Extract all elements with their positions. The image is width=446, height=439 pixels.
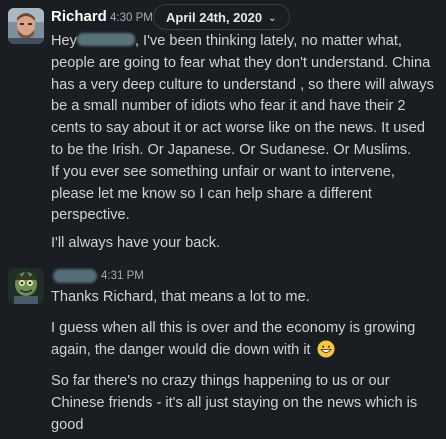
redacted-name [76, 33, 135, 46]
user-photo-avatar-icon [8, 8, 44, 44]
chevron-down-icon: ⌄ [268, 13, 277, 24]
author-name[interactable]: Richard [51, 8, 107, 25]
redacted-author-name [53, 269, 97, 283]
message-line: people are going to fear what they don't… [51, 54, 431, 71]
message-line: Chinese friends - it's all just staying … [51, 394, 418, 411]
message-paragraph: I'll always have your back. [51, 233, 441, 255]
message-paragraph: So far there's no crazy things happening… [51, 371, 441, 436]
message-line: If you ever see something unfair or want… [51, 163, 395, 180]
message-line: please let me know so I can help share a… [51, 185, 372, 202]
zombie-avatar-icon [8, 268, 44, 304]
message-line: again, the danger would die down with it [51, 340, 441, 362]
message-line: Thanks Richard, that means a lot to me. [51, 289, 310, 305]
message-timestamp[interactable]: 4:30 PM [110, 12, 153, 24]
message-line: good [51, 416, 84, 433]
message-line: has a very deep culture to understand , … [51, 76, 434, 93]
grinning-face-emoji-icon [317, 340, 335, 358]
message-paragraph: Thanks Richard, that means a lot to me. [51, 287, 441, 309]
message-line: be a small number of idiots who fear it … [51, 98, 406, 115]
message-timestamp[interactable]: 4:31 PM [101, 270, 144, 282]
avatar[interactable] [8, 268, 44, 304]
message-line: cents to say about it or act worse like … [51, 120, 425, 137]
message-paragraph: Hey, I've been thinking lately, no matte… [51, 31, 441, 227]
message-paragraph: I guess when all this is over and the ec… [51, 318, 441, 362]
message-line: Hey, I've been thinking lately, no matte… [51, 33, 402, 49]
avatar[interactable] [8, 8, 44, 44]
date-divider-label: April 24th, 2020 [166, 10, 263, 25]
message-line: I guess when all this is over and the ec… [51, 320, 416, 336]
message-line: I'll always have your back. [51, 235, 221, 251]
date-divider[interactable]: April 24th, 2020 ⌄ [153, 4, 290, 30]
message-line: So far there's no crazy things happening… [51, 373, 390, 389]
message-line: to be the Irish. Or Japanese. Or Sudanes… [51, 141, 412, 158]
message-line: perspective. [51, 207, 130, 224]
